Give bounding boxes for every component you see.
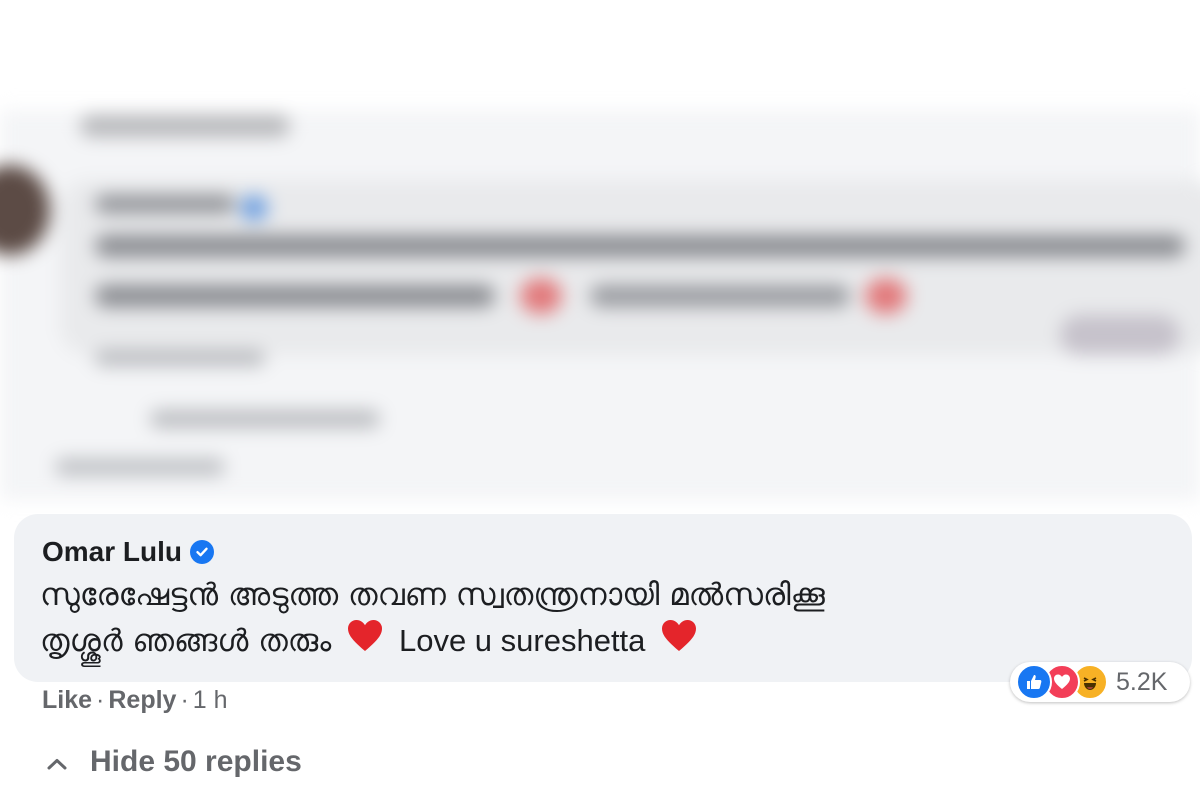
comment-text-line2-malayalam: തൃശ്ശൂർ ഞങ്ങൾ തരും: [40, 623, 332, 659]
comment-author-name[interactable]: Omar Lulu: [42, 536, 182, 568]
separator-dot: ·: [96, 685, 105, 714]
separator-dot: ·: [180, 685, 189, 714]
like-icon: [1016, 664, 1052, 700]
comment-actions: Like · Reply · 1 h: [42, 682, 228, 718]
blurred-previous-comment: [0, 110, 1200, 500]
reactions-summary[interactable]: 5.2K: [1010, 662, 1190, 702]
verified-badge-icon: [190, 540, 215, 564]
heart-emoji-icon: [661, 619, 697, 666]
comment-text-line1: സുരേഷേട്ടൻ അടുത്ത തവണ സ്വതന്ത്രനായി മൽസര…: [40, 577, 825, 613]
like-button[interactable]: Like: [42, 686, 92, 715]
hide-replies-label: Hide 50 replies: [90, 745, 302, 778]
comment-timestamp[interactable]: 1 h: [193, 686, 228, 715]
hide-replies-button[interactable]: Hide 50 replies: [46, 742, 302, 782]
comment-author-row: Omar Lulu: [42, 532, 215, 572]
reply-button[interactable]: Reply: [108, 686, 176, 715]
chevron-up-icon: [46, 745, 68, 779]
comment-text: സുരേഷേട്ടൻ അടുത്ത തവണ സ്വതന്ത്രനായി മൽസര…: [40, 572, 1180, 666]
heart-emoji-icon: [347, 619, 383, 666]
reaction-count: 5.2K: [1116, 667, 1168, 696]
comment-text-line2-english: Love u sureshetta: [398, 623, 646, 658]
